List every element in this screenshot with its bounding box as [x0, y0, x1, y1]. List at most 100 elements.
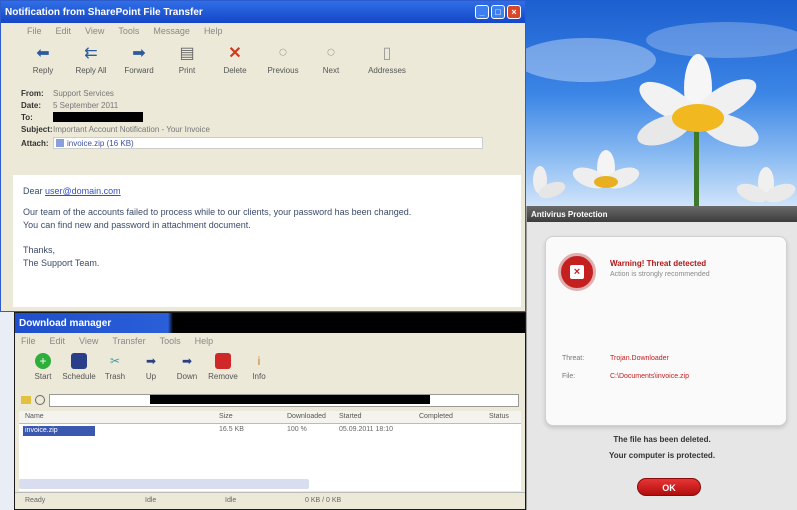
attachment-field[interactable]: invoice.zip (16 KB)	[53, 137, 483, 149]
alert-titlebar: Antivirus Protection	[527, 206, 797, 222]
file-row: File: C:\Documents\invoice.zip	[562, 373, 689, 380]
dl-menu-help[interactable]: Help	[195, 336, 214, 346]
downloader-title: Download manager	[19, 317, 112, 329]
menu-help[interactable]: Help	[204, 26, 223, 36]
row-size: 16.5 KB	[219, 426, 244, 433]
downloader-toolbar: + Start Schedule ✂ Trash ➡ Up ➡ Down Remove …	[15, 349, 525, 389]
reply-icon: ⬅	[36, 45, 50, 62]
remove-button[interactable]: Remove	[205, 349, 241, 389]
alert-window-title: Antivirus Protection	[531, 209, 608, 219]
recipient-link[interactable]: user@domain.com	[45, 186, 121, 196]
ok-button[interactable]: OK	[637, 478, 701, 496]
printer-icon: ▤	[179, 45, 195, 62]
alert-message-1: The file has been deleted.	[613, 435, 711, 444]
table-row[interactable]: invoice.zip 16.5 KB 100 % 05.09.2011 18:…	[19, 424, 521, 438]
addresses-button[interactable]: ▯ Addresses	[355, 39, 419, 75]
dl-menu-transfer[interactable]: Transfer	[112, 336, 145, 346]
forward-icon: ➡	[132, 45, 146, 62]
body-line-2: You can find new and password in attachm…	[23, 220, 251, 230]
trash-button[interactable]: ✂ Trash	[97, 349, 133, 389]
previous-label: Previous	[267, 66, 299, 75]
reply-label: Reply	[32, 66, 54, 75]
email-window: Notification from SharePoint File Transf…	[0, 0, 526, 312]
reply-all-icon: ⇇	[84, 45, 98, 62]
delete-x-icon: ✕	[228, 45, 242, 62]
menu-message[interactable]: Message	[153, 26, 190, 36]
horizontal-scrollbar[interactable]	[19, 479, 309, 489]
refresh-icon[interactable]	[35, 395, 45, 405]
schedule-button[interactable]: Schedule	[61, 349, 97, 389]
col-started[interactable]: Started	[339, 413, 362, 420]
menu-view[interactable]: View	[85, 26, 104, 36]
start-button[interactable]: + Start	[25, 349, 61, 389]
greeting: Dear user@domain.com	[23, 185, 511, 198]
arrow-down-icon: ➡	[181, 354, 193, 368]
alert-heading: Warning! Threat detected	[610, 259, 707, 268]
previous-button[interactable]: ○ Previous	[259, 39, 307, 75]
start-label: Start	[34, 372, 52, 381]
threat-label: Threat:	[562, 355, 585, 362]
close-button[interactable]: ×	[507, 5, 521, 19]
url-field[interactable]	[49, 393, 519, 407]
attachment-icon	[56, 139, 64, 147]
addresses-label: Addresses	[368, 66, 406, 75]
message-headers: From: Support Services Date: 5 September 2…	[1, 87, 525, 151]
threat-shield-icon: ×	[558, 253, 596, 291]
body-line-1: Our team of the accounts failed to proce…	[23, 207, 412, 217]
remove-icon	[215, 353, 231, 369]
signature-1: Thanks,	[23, 245, 56, 255]
print-button[interactable]: ▤ Print	[163, 39, 211, 75]
minimize-button[interactable]: _	[475, 5, 489, 19]
threat-value: Trojan.Downloader	[610, 355, 669, 362]
previous-icon: ○	[278, 44, 288, 61]
menu-edit[interactable]: Edit	[56, 26, 72, 36]
dl-menu-view[interactable]: View	[79, 336, 98, 346]
dl-menu-edit[interactable]: Edit	[50, 336, 66, 346]
file-value: C:\Documents\invoice.zip	[610, 373, 689, 380]
col-status[interactable]: Status	[489, 413, 509, 420]
to-value-redacted	[53, 112, 143, 122]
dl-menu-tools[interactable]: Tools	[160, 336, 181, 346]
from-value: Support Services	[53, 88, 114, 98]
dl-menu-file[interactable]: File	[21, 336, 36, 346]
down-button[interactable]: ➡ Down	[169, 349, 205, 389]
attachment-name[interactable]: invoice.zip (16 KB)	[67, 139, 134, 148]
delete-button[interactable]: ✕ Delete	[211, 39, 259, 75]
email-window-title: Notification from SharePoint File Transf…	[5, 6, 203, 18]
maximize-button[interactable]: □	[491, 5, 505, 19]
down-label: Down	[176, 372, 198, 381]
col-size[interactable]: Size	[219, 413, 233, 420]
status-3: Idle	[225, 497, 237, 504]
forward-button[interactable]: ➡ Forward	[115, 39, 163, 75]
row-name[interactable]: invoice.zip	[23, 426, 95, 436]
folder-icon	[21, 396, 31, 404]
column-headers: Name Size Downloaded Started Completed S…	[19, 411, 521, 424]
desktop-wallpaper	[526, 0, 797, 210]
menu-file[interactable]: File	[27, 26, 42, 36]
schedule-label: Schedule	[62, 372, 96, 381]
reply-all-button[interactable]: ⇇ Reply All	[67, 39, 115, 75]
from-label: From:	[21, 88, 44, 98]
reply-button[interactable]: ⬅ Reply	[19, 39, 67, 75]
col-completed[interactable]: Completed	[419, 413, 453, 420]
reply-all-label: Reply All	[75, 66, 107, 75]
next-button[interactable]: ○ Next	[307, 39, 355, 75]
col-name[interactable]: Name	[25, 413, 44, 420]
subject-value: Important Account Notification - Your In…	[53, 124, 210, 134]
alert-message-2: Your computer is protected.	[608, 451, 716, 460]
info-label: Info	[252, 372, 266, 381]
email-toolbar: ⬅ Reply ⇇ Reply All ➡ Forward ▤ Print ✕ …	[1, 39, 525, 83]
up-button[interactable]: ➡ Up	[133, 349, 169, 389]
menu-tools[interactable]: Tools	[118, 26, 139, 36]
threat-row: Threat: Trojan.Downloader	[562, 355, 669, 362]
status-2: Idle	[145, 497, 157, 504]
col-downloaded[interactable]: Downloaded	[287, 413, 326, 420]
info-icon: i	[257, 354, 261, 368]
address-book-icon: ▯	[382, 45, 392, 62]
info-button[interactable]: i Info	[241, 349, 277, 389]
email-titlebar: Notification from SharePoint File Transf…	[1, 1, 525, 23]
row-downloaded: 100 %	[287, 426, 307, 433]
subject-label: Subject:	[21, 124, 53, 134]
greeting-prefix: Dear	[23, 186, 46, 196]
delete-label: Delete	[223, 66, 247, 75]
